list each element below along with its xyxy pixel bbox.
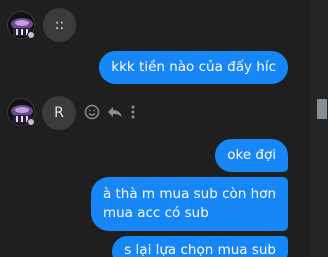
scrollbar[interactable] (311, 0, 328, 257)
outgoing-message[interactable]: s lại lựa chọn mua sub (112, 236, 288, 257)
emoji-icon[interactable] (84, 104, 100, 120)
incoming-message[interactable]: R (42, 96, 76, 130)
chat-thread: :: kkk tiền nào của đấy híc R oke đợi à … (0, 0, 328, 257)
incoming-message[interactable]: :: (43, 8, 76, 42)
more-icon[interactable] (130, 104, 136, 120)
reply-icon[interactable] (106, 104, 124, 120)
message-line: à thà m mua sub còn hơn (102, 186, 276, 202)
avatar-status-dot (27, 118, 35, 126)
outgoing-message[interactable]: à thà m mua sub còn hơn mua acc có sub (90, 177, 288, 231)
scrollbar-thumb[interactable] (317, 99, 327, 119)
outgoing-message[interactable]: kkk tiền nào của đấy híc (99, 51, 288, 84)
avatar-status-dot (27, 31, 35, 39)
message-line: mua acc có sub (102, 205, 209, 221)
message-actions (84, 104, 136, 120)
outgoing-message[interactable]: oke đợi (215, 139, 288, 172)
